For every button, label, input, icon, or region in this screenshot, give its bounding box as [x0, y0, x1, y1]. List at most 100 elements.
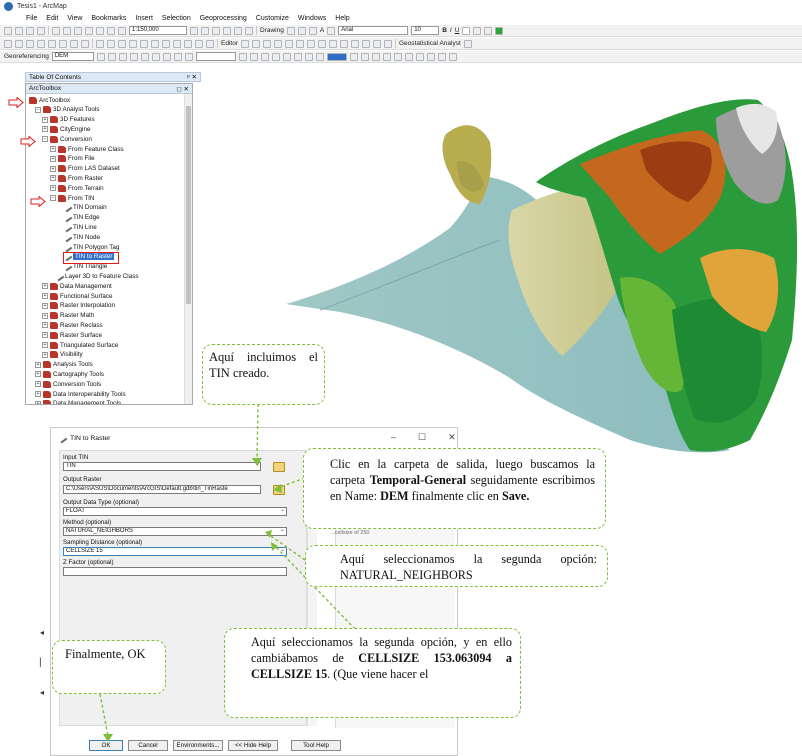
- chevron-down-icon[interactable]: ▾: [256, 463, 259, 469]
- tree-item[interactable]: + Analysis Tools: [35, 360, 93, 370]
- collapse-icon[interactable]: −: [50, 195, 56, 201]
- edit-annotation-icon[interactable]: [251, 39, 260, 48]
- edit-tool-icon[interactable]: [240, 39, 249, 48]
- zoom-in-icon[interactable]: [4, 39, 12, 48]
- close-button[interactable]: ✕: [448, 432, 456, 443]
- tree-item[interactable]: + CityEngine: [42, 124, 90, 134]
- hide-help-button[interactable]: << Hide Help: [228, 739, 278, 751]
- menu-item-view[interactable]: View: [67, 15, 82, 22]
- create-features-icon[interactable]: [383, 39, 392, 48]
- hyperlink-icon[interactable]: [140, 39, 148, 48]
- back-extent-icon[interactable]: [70, 39, 78, 48]
- menu-item-selection[interactable]: Selection: [162, 15, 191, 22]
- sketch-properties-icon[interactable]: [372, 39, 381, 48]
- tree-item[interactable]: + From Feature Class: [50, 144, 124, 154]
- collapse-icon[interactable]: −: [35, 106, 41, 113]
- print-icon[interactable]: [37, 26, 45, 35]
- new-document-icon[interactable]: [4, 26, 12, 35]
- zoom-to-selected-link-icon[interactable]: [173, 52, 182, 61]
- transparency-icon[interactable]: [393, 52, 402, 61]
- expand-icon[interactable]: +: [35, 361, 41, 368]
- cut-icon[interactable]: [52, 26, 60, 35]
- measure-3d-icon[interactable]: [426, 52, 435, 61]
- html-popup-icon[interactable]: [151, 39, 159, 48]
- expand-icon[interactable]: +: [42, 302, 48, 309]
- map-scale-input[interactable]: 1:150,000: [129, 26, 187, 35]
- clear-selection-icon[interactable]: [107, 39, 115, 48]
- rotate-feature-icon[interactable]: [350, 39, 359, 48]
- line-of-sight-icon[interactable]: [448, 52, 457, 61]
- tree-item[interactable]: + Raster Interpolation: [42, 301, 115, 311]
- go-to-xy-icon[interactable]: [195, 39, 203, 48]
- arctoolbox-window-controls[interactable]: ◻ ✕: [176, 85, 189, 93]
- georeferencing-menu[interactable]: Georeferencing: [4, 53, 49, 60]
- menu-item-bookmarks[interactable]: Bookmarks: [91, 15, 126, 22]
- italic-button[interactable]: I: [450, 27, 452, 34]
- tree-item[interactable]: + Raster Surface: [42, 330, 102, 340]
- menu-item-windows[interactable]: Windows: [298, 15, 326, 22]
- geostatistical-analyst-menu[interactable]: Geostatistical Analyst: [399, 40, 461, 47]
- cancel-button[interactable]: Cancel: [128, 739, 168, 751]
- menu-item-help[interactable]: Help: [335, 15, 349, 22]
- endpoint-arc-icon[interactable]: [273, 39, 282, 48]
- toc-window-controls[interactable]: ᵖ ✕: [187, 73, 197, 81]
- editor-menu[interactable]: Editor: [221, 40, 238, 47]
- tree-item[interactable]: − From TIN: [50, 193, 94, 203]
- brightness-icon[interactable]: [382, 52, 391, 61]
- fixed-zoom-in-icon[interactable]: [48, 39, 56, 48]
- tree-item[interactable]: + Raster Reclass: [42, 320, 103, 330]
- output-raster-field[interactable]: C:\Users\ASUS\Documents\ArcGIS\Default.g…: [63, 485, 261, 494]
- menu-item-file[interactable]: File: [26, 15, 37, 22]
- font-color-icon[interactable]: [462, 26, 471, 35]
- paste-icon[interactable]: [74, 26, 82, 35]
- contrast-icon[interactable]: [371, 52, 380, 61]
- ok-button[interactable]: OK: [89, 739, 123, 751]
- rotate-icon[interactable]: [297, 26, 306, 35]
- identify-icon[interactable]: [129, 39, 137, 48]
- editor-toolbar-icon[interactable]: [190, 26, 198, 35]
- color-ramp-icon[interactable]: [326, 52, 347, 61]
- reshape-icon[interactable]: [317, 39, 326, 48]
- chevron-down-icon[interactable]: ⌄: [280, 508, 285, 514]
- tree-item[interactable]: + From File: [50, 154, 95, 164]
- tree-item[interactable]: + Triangulated Surface: [42, 340, 118, 350]
- shift-raster-icon[interactable]: [107, 52, 116, 61]
- select-features-icon[interactable]: [96, 39, 104, 48]
- fill-color-icon[interactable]: [473, 26, 482, 35]
- spatial-adjust-field[interactable]: [195, 52, 236, 61]
- scrollbar-thumb[interactable]: [186, 106, 191, 304]
- tree-item[interactable]: + Visibility: [42, 350, 83, 360]
- save-icon[interactable]: [26, 26, 34, 35]
- tree-item[interactable]: + Functional Surface: [42, 291, 113, 301]
- sampling-distance-select[interactable]: CELLSIZE 15 ⌄: [63, 547, 287, 556]
- redo-icon[interactable]: [107, 26, 115, 35]
- drawing-menu[interactable]: Drawing: [260, 27, 284, 34]
- tree-item[interactable]: TIN Edge: [62, 212, 100, 223]
- menu-item-insert[interactable]: Insert: [135, 15, 153, 22]
- input-tin-folder-icon[interactable]: [273, 462, 285, 472]
- rectangle-icon[interactable]: [308, 26, 317, 35]
- tree-item[interactable]: − Conversion: [42, 134, 92, 144]
- forward-extent-icon[interactable]: [81, 39, 89, 48]
- font-name-select[interactable]: Arial: [338, 26, 409, 35]
- viewer-icon[interactable]: [140, 52, 149, 61]
- maximize-button[interactable]: ☐: [418, 432, 426, 443]
- planarize-icon[interactable]: [315, 52, 324, 61]
- attributes-icon[interactable]: [361, 39, 370, 48]
- tree-item[interactable]: +3D Features: [42, 115, 95, 125]
- topology-icon[interactable]: [238, 52, 247, 61]
- copy-icon[interactable]: [63, 26, 71, 35]
- tree-item[interactable]: + From Raster: [50, 173, 103, 183]
- input-tin-field[interactable]: TIN ▾: [63, 462, 261, 471]
- expand-icon[interactable]: +: [42, 293, 48, 299]
- marker-color-icon[interactable]: [495, 26, 504, 35]
- add-control-points-icon[interactable]: [118, 52, 127, 61]
- delete-icon[interactable]: [85, 26, 93, 35]
- time-slider-icon[interactable]: [206, 39, 214, 48]
- tree-item[interactable]: + Raster Math: [42, 311, 94, 321]
- font-size-select[interactable]: 10: [411, 26, 440, 35]
- straight-segment-icon[interactable]: [262, 39, 271, 48]
- map-topology-icon[interactable]: [260, 52, 269, 61]
- chevron-down-icon[interactable]: ⌄: [280, 548, 285, 554]
- expand-icon[interactable]: +: [35, 391, 41, 397]
